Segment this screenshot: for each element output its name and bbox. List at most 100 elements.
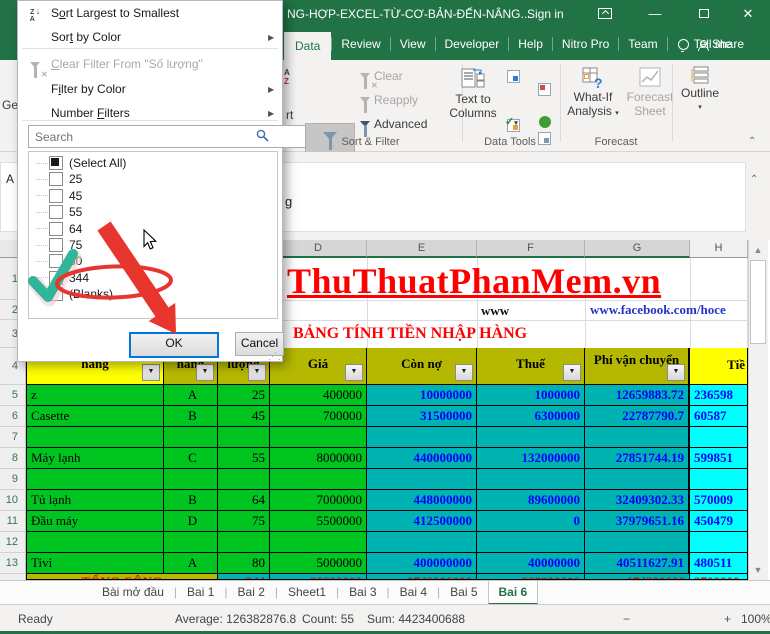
header-cell[interactable]: Thuế▼: [477, 348, 585, 385]
sheet-tab-Bai-2[interactable]: Bai 2: [228, 581, 275, 605]
insert-column-icon[interactable]: [538, 83, 551, 96]
what-if-analysis-button[interactable]: ? What-If Analysis ▾: [562, 66, 624, 118]
sheet-tab-Bai-3[interactable]: Bai 3: [339, 581, 386, 605]
sheet-tab-Bai-6[interactable]: Bai 6: [488, 581, 539, 605]
checkbox-icon[interactable]: [49, 287, 63, 301]
sheet-cell[interactable]: Tivi: [26, 553, 164, 574]
sheet-cell[interactable]: 7000000: [270, 490, 367, 511]
sheet-cell[interactable]: 55: [218, 448, 270, 469]
sheet-cell[interactable]: [367, 469, 477, 490]
flash-fill-icon[interactable]: [507, 70, 520, 83]
header-cell[interactable]: Phí vận chuyển▼: [585, 348, 690, 385]
filter-value-row[interactable]: 344: [29, 270, 275, 286]
sheet-cell[interactable]: Casette: [26, 406, 164, 427]
sheet-cell[interactable]: 400000000: [367, 553, 477, 574]
sheet-cell[interactable]: 132000000: [477, 448, 585, 469]
column-header-F[interactable]: F: [477, 240, 585, 258]
sheet-cell[interactable]: [218, 427, 270, 448]
sheet-cell[interactable]: [270, 469, 367, 490]
manage-data-model-icon[interactable]: [539, 116, 551, 128]
filter-value-row[interactable]: (Select All): [29, 155, 275, 171]
menu-item[interactable]: ZA↓Sort Largest to Smallest: [18, 2, 284, 24]
filter-dropdown-icon[interactable]: ▼: [345, 364, 363, 381]
sheet-cell[interactable]: D: [164, 511, 218, 532]
sheet-cell[interactable]: [690, 532, 748, 553]
checkbox-icon[interactable]: [49, 172, 63, 186]
sheet-cell[interactable]: 27851744.19: [585, 448, 690, 469]
filter-value-row[interactable]: 64: [29, 221, 275, 237]
sheet-cell[interactable]: 37979651.16: [585, 511, 690, 532]
header-cell[interactable]: Tiề: [690, 348, 748, 385]
sheet-tab-Bai-1[interactable]: Bai 1: [177, 581, 224, 605]
sheet-cell[interactable]: [26, 532, 164, 553]
sheet-cell[interactable]: [477, 427, 585, 448]
ribbon-tab-review[interactable]: Review: [332, 28, 389, 60]
sheet-cell[interactable]: 25: [218, 385, 270, 406]
sheet-cell[interactable]: 5500000: [270, 511, 367, 532]
sheet-cell[interactable]: [270, 427, 367, 448]
sheet-cell[interactable]: 31500000: [367, 406, 477, 427]
sheet-cell[interactable]: 80: [218, 553, 270, 574]
sheet-cell[interactable]: [367, 532, 477, 553]
menu-item[interactable]: Filter by Color▶: [18, 78, 284, 100]
sheet-cell[interactable]: 40511627.91: [585, 553, 690, 574]
ribbon-display-options-icon[interactable]: [598, 8, 612, 19]
checkbox-icon[interactable]: [49, 156, 63, 170]
sheet-cell[interactable]: [26, 427, 164, 448]
row-header-11[interactable]: 11: [0, 511, 26, 532]
checkbox-icon[interactable]: [49, 205, 63, 219]
sheet-tab-Bai-4[interactable]: Bai 4: [390, 581, 437, 605]
sheet-cell[interactable]: 1000000: [477, 385, 585, 406]
sheet-cell[interactable]: [585, 532, 690, 553]
sheet-cell[interactable]: 700000: [270, 406, 367, 427]
sheet-cell[interactable]: [218, 469, 270, 490]
ok-button[interactable]: OK: [129, 332, 219, 358]
clear-filter-button[interactable]: ✕ Clear: [360, 69, 403, 83]
filter-dropdown-icon[interactable]: ▼: [196, 364, 214, 381]
row-header-7[interactable]: 7: [0, 427, 26, 448]
sheet-cell[interactable]: z: [26, 385, 164, 406]
sheet-tab-Sheet1[interactable]: Sheet1: [278, 581, 336, 605]
checkbox-icon[interactable]: [49, 254, 63, 268]
share-button[interactable]: Share: [698, 28, 744, 60]
sheet-cell[interactable]: 440000000: [367, 448, 477, 469]
filter-value-row[interactable]: 75: [29, 237, 275, 253]
sheet-cell[interactable]: 8000000: [270, 448, 367, 469]
column-header-H[interactable]: H: [690, 240, 748, 258]
sheet-cell[interactable]: A: [164, 553, 218, 574]
filter-value-row[interactable]: (Blanks): [29, 286, 275, 302]
row-header-9[interactable]: 9: [0, 469, 26, 490]
data-validation-icon[interactable]: ✓▾: [505, 115, 518, 128]
sheet-cell[interactable]: A: [164, 385, 218, 406]
sheet-cell[interactable]: 75: [218, 511, 270, 532]
row-header-8[interactable]: 8: [0, 448, 26, 469]
reapply-button[interactable]: Reapply: [360, 93, 418, 107]
filter-dropdown-icon[interactable]: ▼: [563, 364, 581, 381]
outline-button[interactable]: Outline ▾: [678, 64, 722, 111]
sheet-cell[interactable]: C: [164, 448, 218, 469]
sheet-cell[interactable]: [218, 532, 270, 553]
ribbon-tab-view[interactable]: View: [391, 28, 435, 60]
sheet-cell[interactable]: 448000000: [367, 490, 477, 511]
checkbox-icon[interactable]: [49, 271, 63, 285]
forecast-sheet-button[interactable]: ForecastSheet: [624, 66, 676, 118]
column-header-G[interactable]: G: [585, 240, 690, 258]
sheet-cell[interactable]: 45: [218, 406, 270, 427]
sheet-cell[interactable]: Đầu máy: [26, 511, 164, 532]
checkbox-icon[interactable]: [49, 238, 63, 252]
filter-value-row[interactable]: 45: [29, 188, 275, 204]
zoom-level[interactable]: 100%: [741, 612, 770, 626]
resize-grip[interactable]: ⋰⋰: [268, 351, 288, 362]
filter-dropdown-icon[interactable]: ▼: [455, 364, 473, 381]
ribbon-tab-developer[interactable]: Developer: [436, 28, 509, 60]
row-header-10[interactable]: 10: [0, 490, 26, 511]
expand-formula-bar-icon[interactable]: ⌃: [750, 174, 758, 185]
zoom-out-button[interactable]: −: [623, 612, 630, 626]
sheet-cell[interactable]: 32409302.33: [585, 490, 690, 511]
sheet-tab-Bài-mở-đầu[interactable]: Bài mở đầu: [92, 581, 174, 605]
filter-value-row[interactable]: 25: [29, 171, 275, 187]
sheet-cell[interactable]: [26, 469, 164, 490]
sheet-cell[interactable]: 480511: [690, 553, 748, 574]
sheet-cell[interactable]: Máy lạnh: [26, 448, 164, 469]
sheet-cell[interactable]: [164, 469, 218, 490]
